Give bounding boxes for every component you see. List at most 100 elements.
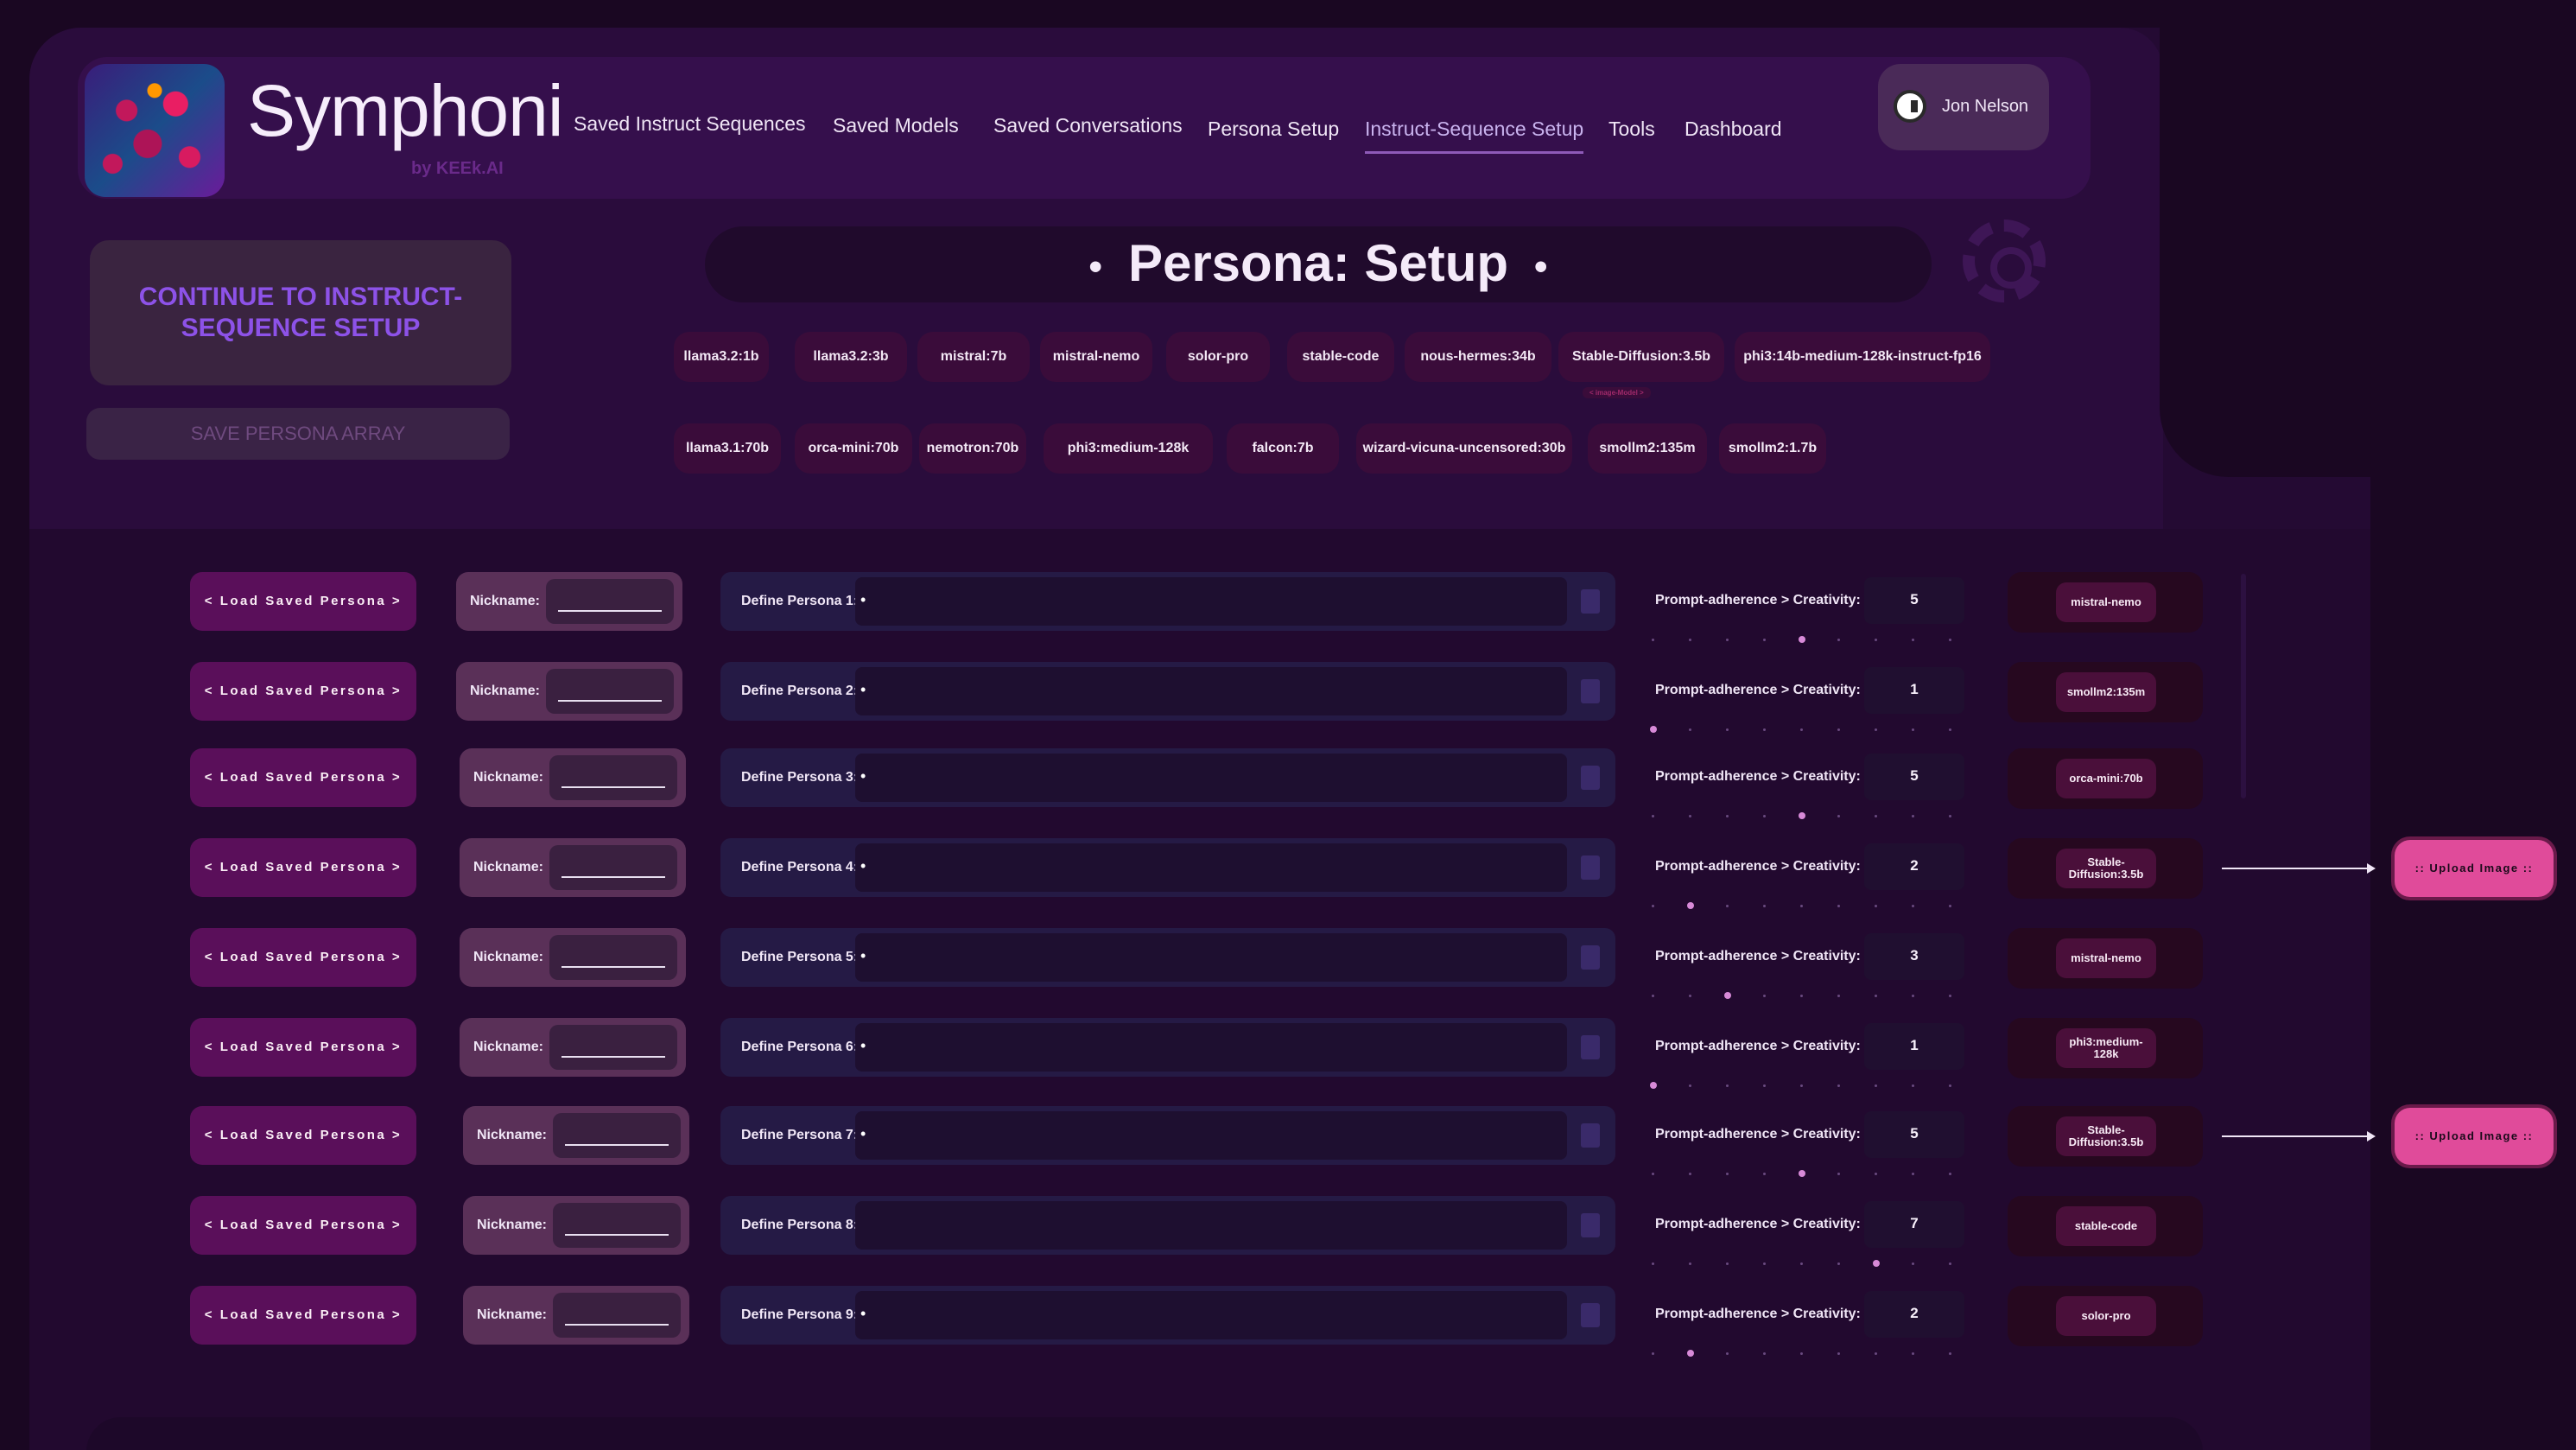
nav-dashboard[interactable]: Dashboard [1685, 118, 1782, 141]
define-persona-input[interactable]: • [855, 667, 1567, 715]
settings-gear-icon[interactable] [1963, 219, 2046, 302]
define-persona-input[interactable]: • [855, 754, 1567, 802]
creativity-value[interactable]: 5 [1864, 1111, 1964, 1158]
upload-image-button[interactable]: :: Upload Image :: [2395, 840, 2554, 897]
creativity-slider-track[interactable] [1650, 726, 1954, 735]
creativity-slider-track[interactable] [1652, 1260, 1954, 1269]
slider-knob[interactable] [1650, 726, 1657, 733]
selected-model[interactable]: solor-pro [2008, 1286, 2203, 1346]
document-icon[interactable] [1581, 945, 1600, 970]
load-saved-persona-button[interactable]: < Load Saved Persona > [190, 1286, 416, 1345]
define-persona-input[interactable]: • [855, 577, 1567, 626]
model-chip[interactable]: Stable-Diffusion:3.5b [1558, 332, 1724, 382]
document-icon[interactable] [1581, 679, 1600, 703]
document-icon[interactable] [1581, 589, 1600, 614]
selected-model[interactable]: Stable-Diffusion:3.5b [2008, 838, 2203, 899]
save-persona-array-button[interactable]: SAVE PERSONA ARRAY [86, 408, 510, 460]
slider-knob[interactable] [1650, 1082, 1657, 1089]
selected-model[interactable]: phi3:medium-128k [2008, 1018, 2203, 1078]
creativity-slider-track[interactable] [1650, 1082, 1954, 1091]
creativity-value[interactable]: 1 [1864, 667, 1964, 714]
app-logo[interactable] [85, 64, 225, 197]
selected-model[interactable]: orca-mini:70b [2008, 748, 2203, 809]
creativity-value[interactable]: 7 [1864, 1201, 1964, 1248]
load-saved-persona-button[interactable]: < Load Saved Persona > [190, 1196, 416, 1255]
model-chip[interactable]: llama3.2:3b [795, 332, 907, 382]
define-persona-input[interactable]: • [855, 1111, 1567, 1160]
creativity-value[interactable]: 3 [1864, 933, 1964, 980]
nav-saved-conversations[interactable]: Saved Conversations [993, 114, 1183, 137]
define-persona-input[interactable]: • [855, 933, 1567, 982]
model-chip[interactable]: stable-code [1287, 332, 1394, 382]
define-persona-input[interactable] [855, 1201, 1567, 1250]
slider-knob[interactable] [1687, 1350, 1694, 1357]
model-chip[interactable]: smollm2:1.7b [1719, 423, 1826, 474]
load-saved-persona-button[interactable]: < Load Saved Persona > [190, 1106, 416, 1165]
user-card[interactable]: Jon Nelson [1878, 64, 2049, 150]
document-icon[interactable] [1581, 1035, 1600, 1059]
model-chip[interactable]: falcon:7b [1227, 423, 1339, 474]
slider-knob[interactable] [1687, 902, 1694, 909]
nav-tools[interactable]: Tools [1608, 118, 1655, 141]
load-saved-persona-button[interactable]: < Load Saved Persona > [190, 838, 416, 897]
creativity-value[interactable]: 5 [1864, 577, 1964, 624]
model-chip[interactable]: phi3:medium-128k [1044, 423, 1213, 474]
creativity-slider-track[interactable] [1652, 992, 1954, 1001]
document-icon[interactable] [1581, 855, 1600, 880]
creativity-slider-track[interactable] [1652, 902, 1954, 911]
nickname-input[interactable] [546, 579, 674, 624]
selected-model[interactable]: smollm2:135m [2008, 662, 2203, 722]
selected-model[interactable]: mistral-nemo [2008, 572, 2203, 633]
creativity-value[interactable]: 2 [1864, 843, 1964, 890]
selected-model[interactable]: stable-code [2008, 1196, 2203, 1256]
nickname-input[interactable] [549, 935, 677, 980]
model-chip[interactable]: solor-pro [1166, 332, 1270, 382]
selected-model[interactable]: mistral-nemo [2008, 928, 2203, 989]
model-chip[interactable]: nous-hermes:34b [1405, 332, 1551, 382]
creativity-slider-track[interactable] [1652, 1170, 1954, 1179]
model-chip[interactable]: llama3.2:1b [674, 332, 769, 382]
load-saved-persona-button[interactable]: < Load Saved Persona > [190, 748, 416, 807]
nickname-input[interactable] [549, 1025, 677, 1070]
nav-saved-models[interactable]: Saved Models [833, 114, 959, 137]
define-persona-input[interactable]: • [855, 1291, 1567, 1339]
selected-model[interactable]: Stable-Diffusion:3.5b [2008, 1106, 2203, 1167]
nickname-input[interactable] [553, 1203, 681, 1248]
slider-knob[interactable] [1724, 992, 1731, 999]
load-saved-persona-button[interactable]: < Load Saved Persona > [190, 662, 416, 721]
creativity-value[interactable]: 5 [1864, 754, 1964, 800]
document-icon[interactable] [1581, 1213, 1600, 1237]
nickname-input[interactable] [553, 1293, 681, 1338]
define-persona-input[interactable]: • [855, 1023, 1567, 1072]
slider-knob[interactable] [1873, 1260, 1880, 1267]
creativity-value[interactable]: 2 [1864, 1291, 1964, 1338]
creativity-slider-track[interactable] [1652, 812, 1954, 821]
slider-knob[interactable] [1799, 636, 1805, 643]
slider-knob[interactable] [1799, 812, 1805, 819]
model-chip[interactable]: phi3:14b-medium-128k-instruct-fp16 [1735, 332, 1990, 382]
creativity-slider-track[interactable] [1652, 636, 1954, 645]
nav-instruct-sequence-setup[interactable]: Instruct-Sequence Setup [1365, 118, 1584, 154]
document-icon[interactable] [1581, 1123, 1600, 1148]
model-chip[interactable]: llama3.1:70b [674, 423, 781, 474]
model-chip[interactable]: orca-mini:70b [795, 423, 912, 474]
model-chip[interactable]: wizard-vicuna-uncensored:30b [1356, 423, 1572, 474]
nickname-input[interactable] [549, 845, 677, 890]
model-chip[interactable]: mistral-nemo [1040, 332, 1152, 382]
nav-persona-setup[interactable]: Persona Setup [1208, 118, 1339, 141]
creativity-value[interactable]: 1 [1864, 1023, 1964, 1070]
load-saved-persona-button[interactable]: < Load Saved Persona > [190, 572, 416, 631]
nickname-input[interactable] [549, 755, 677, 800]
nickname-input[interactable] [553, 1113, 681, 1158]
model-chip[interactable]: nemotron:70b [919, 423, 1026, 474]
nav-saved-instruct-sequences[interactable]: Saved Instruct Sequences [574, 112, 806, 136]
document-icon[interactable] [1581, 766, 1600, 790]
upload-image-button[interactable]: :: Upload Image :: [2395, 1108, 2554, 1165]
continue-to-instruct-sequence-button[interactable]: CONTINUE TO INSTRUCT-SEQUENCE SETUP [90, 240, 511, 385]
load-saved-persona-button[interactable]: < Load Saved Persona > [190, 1018, 416, 1077]
document-icon[interactable] [1581, 1303, 1600, 1327]
load-saved-persona-button[interactable]: < Load Saved Persona > [190, 928, 416, 987]
slider-knob[interactable] [1799, 1170, 1805, 1177]
model-chip[interactable]: smollm2:135m [1588, 423, 1707, 474]
define-persona-input[interactable]: • [855, 843, 1567, 892]
